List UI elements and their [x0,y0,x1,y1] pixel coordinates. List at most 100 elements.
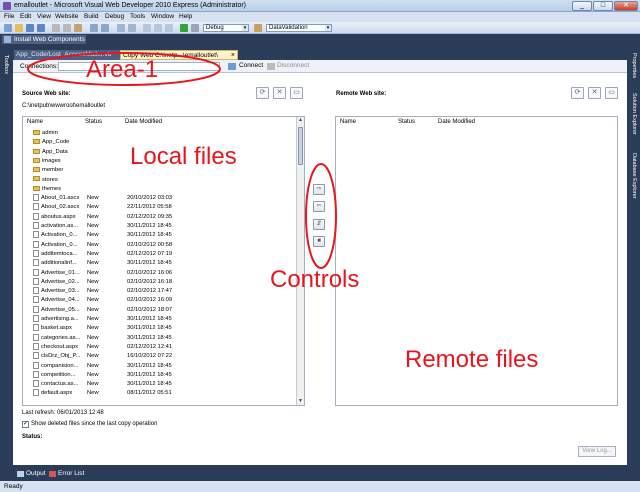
folder-icon [33,139,40,145]
save-all-icon[interactable] [37,24,45,32]
output-icon [17,471,24,477]
comment-icon[interactable] [154,24,162,32]
menu-build[interactable]: Build [84,13,98,20]
navigate-forward-icon[interactable] [128,24,136,32]
left-dock-bar: Toolbox [0,47,12,465]
close-button[interactable]: ✕ [614,1,638,11]
error-list-icon [49,471,56,477]
file-row[interactable]: checkout.aspx New 02/12/2012 12:41 [23,342,304,352]
maximize-button[interactable]: □ [593,1,613,11]
file-row[interactable]: Activation_0... New 02/10/2012 00:58 [23,240,304,250]
folder-row[interactable]: admin [23,129,304,138]
folder-row[interactable]: themes [23,185,304,194]
file-row[interactable]: Advertise_02... New 02/10/2012 16:18 [23,277,304,287]
properties-tab[interactable]: Properties [631,53,637,78]
menu-edit[interactable]: Edit [20,13,31,20]
output-tab[interactable]: Output [26,470,46,477]
file-row[interactable]: additemtoca... New 02/12/2012 07:19 [23,249,304,259]
file-row[interactable]: Advertise_04... New 02/10/2012 16:09 [23,296,304,305]
menu-help[interactable]: Help [179,13,192,20]
file-row[interactable]: clsDrz_Obj_P... New 16/10/2012 07:22 [23,352,304,361]
config-select[interactable]: Debug ▾ [203,24,249,32]
file-row[interactable]: About_02.ascx New 22/11/2012 05:58 [23,203,304,212]
new-project-icon[interactable] [4,24,12,32]
folder-row[interactable]: stores [23,176,304,185]
database-explorer-tab[interactable]: Database Explorer [631,153,637,199]
status-column-header[interactable]: Status [85,119,102,125]
undo-icon[interactable] [90,24,98,32]
file-status: New [87,223,99,229]
show-deleted-checkbox[interactable]: ✓ [22,421,29,428]
file-row[interactable]: contactus.as... New 30/11/2012 18:45 [23,380,304,389]
toolbar: Debug ▾ DataValidation ▾ [0,22,640,34]
file-date: 30/11/2012 18:45 [127,223,172,229]
paste-icon[interactable] [74,24,82,32]
minimize-button[interactable]: _ [572,1,592,11]
file-row[interactable]: advertising.a... New 30/11/2012 18:45 [23,315,304,324]
file-row[interactable]: Advertise_01... New 02/10/2012 16:06 [23,268,304,278]
file-date: 30/11/2012 18:45 [127,232,172,239]
scroll-up-icon[interactable]: ▲ [297,117,304,124]
file-row[interactable]: About_01.ascx New 20/10/2012 03:03 [23,194,304,203]
file-row[interactable]: companision... New 30/11/2012 18:45 [23,361,304,371]
file-row[interactable]: basket.aspx New 30/11/2012 18:45 [23,324,304,333]
file-row[interactable]: Advertise_03... New 02/10/2012 17:47 [23,287,304,296]
pause-icon[interactable] [191,24,199,32]
scroll-down-icon[interactable]: ▼ [297,398,304,405]
menu-website[interactable]: Website [55,13,78,20]
file-name: activation.as... [33,222,78,231]
source-refresh-button[interactable]: ⟳ [256,87,269,99]
name-column-header[interactable]: Name [27,119,43,125]
file-icon [33,296,39,304]
install-web-components-tab[interactable]: Install Web Components [2,35,86,44]
file-row[interactable]: Advertise_05... New 02/10/2012 18:07 [23,305,304,315]
cut-icon[interactable] [52,24,60,32]
file-status: New [87,390,99,397]
last-refresh-text: Last refresh: 06/01/2013 12:48 [22,410,104,416]
copy-icon[interactable] [63,24,71,32]
connect-button[interactable]: Connect [239,61,263,71]
menu-file[interactable]: File [4,13,14,20]
open-icon[interactable] [15,24,23,32]
file-status: New [87,269,99,276]
menu-debug[interactable]: Debug [105,13,124,20]
start-debugging-icon[interactable] [180,24,188,32]
startup-select[interactable]: DataValidation ▾ [266,24,332,32]
remote-view-button[interactable]: ▭ [605,87,618,99]
file-row[interactable]: default.aspx New 08/11/2012 05:51 [23,389,304,398]
file-name: admin [33,129,58,138]
name-column-header[interactable]: Name [340,119,356,125]
source-cancel-button[interactable]: ✕ [273,87,286,99]
platform-icon[interactable] [254,24,262,32]
redo-icon[interactable] [101,24,109,32]
save-icon[interactable] [26,24,34,32]
toolbox-tab[interactable]: Toolbox [3,55,9,74]
remote-cancel-button[interactable]: ✕ [588,87,601,99]
file-date: 30/11/2012 18:45 [127,381,172,388]
app-icon [3,2,11,10]
find-icon[interactable] [143,24,151,32]
menu-view[interactable]: View [37,13,51,20]
file-status: New [87,371,99,378]
file-row[interactable]: competition... New 30/11/2012 18:45 [23,370,304,380]
navigate-back-icon[interactable] [117,24,125,32]
file-icon [33,305,39,313]
local-files-annotation: Local files [130,143,237,170]
status-column-header[interactable]: Status [398,119,415,125]
indent-icon[interactable] [165,24,173,32]
error-list-tab[interactable]: Error List [58,470,84,477]
file-row[interactable]: additionalinf... New 30/11/2012 18:45 [23,259,304,268]
file-row[interactable]: activation.as... New 30/11/2012 18:45 [23,222,304,231]
remote-refresh-button[interactable]: ⟳ [571,87,584,99]
view-log-button[interactable]: View Log... [578,446,616,457]
disconnect-button[interactable]: Disconnect [277,61,309,71]
file-row[interactable]: aboutus.aspx New 02/12/2012 09:35 [23,212,304,222]
menu-tools[interactable]: Tools [130,13,145,20]
file-row[interactable]: Activation_0... New 30/11/2012 18:45 [23,231,304,240]
date-column-header[interactable]: Date Modified [125,119,162,125]
date-column-header[interactable]: Date Modified [438,119,475,125]
solution-explorer-tab[interactable]: Solution Explorer [631,93,637,135]
source-view-button[interactable]: ▭ [290,87,303,99]
file-row[interactable]: categories.as... New 30/11/2012 18:45 [23,333,304,343]
menu-window[interactable]: Window [151,13,174,20]
